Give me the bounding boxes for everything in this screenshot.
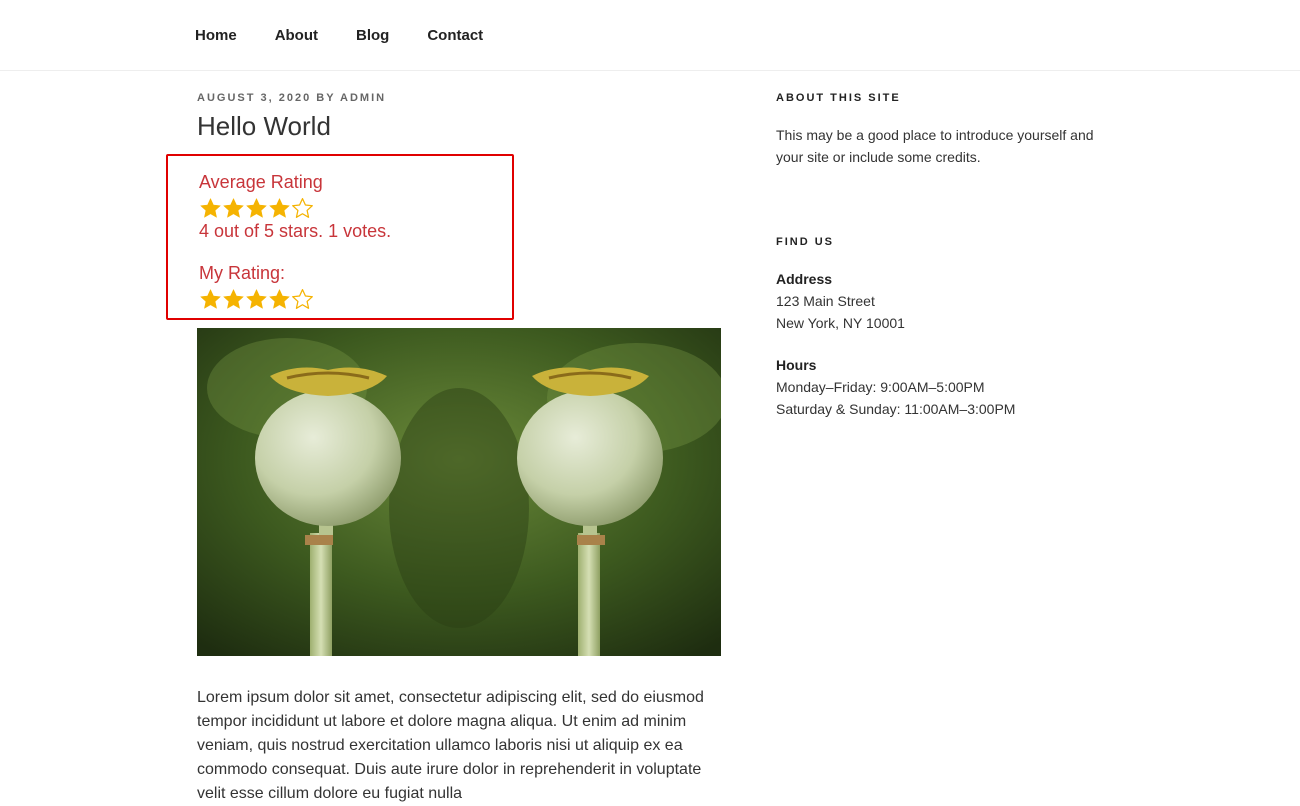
nav-home[interactable]: Home [195, 27, 237, 44]
address-line: New York, NY 10001 [776, 315, 905, 331]
star-filled-icon[interactable] [268, 288, 291, 310]
post-title: Hello World [197, 111, 331, 141]
nav-about[interactable]: About [275, 27, 318, 44]
address-label: Address [776, 271, 833, 287]
nav-contact[interactable]: Contact [427, 27, 483, 44]
about-widget-text: This may be a good place to introduce yo… [776, 127, 1094, 165]
address-block: Address 123 Main Street New York, NY 100… [776, 268, 1096, 334]
find-us-title: FIND US [776, 236, 834, 248]
star-filled-icon [268, 197, 291, 219]
post-content: AUGUST 3, 2020 BY ADMIN Hello World Aver… [166, 92, 727, 802]
rating-highlight-box: Average Rating 4 out of 5 stars. 1 votes… [166, 154, 514, 320]
address-line: 123 Main Street [776, 293, 875, 309]
star-empty-icon [291, 197, 314, 219]
my-rating-label: My Rating: [199, 263, 286, 283]
hours-label: Hours [776, 357, 817, 373]
star-filled-icon[interactable] [199, 288, 222, 310]
rating-summary: 4 out of 5 stars. 1 votes. [199, 221, 392, 241]
post-date[interactable]: AUGUST 3, 2020 [197, 92, 311, 104]
my-rating-stars [199, 288, 391, 310]
about-widget-title: ABOUT THIS SITE [776, 92, 901, 104]
star-filled-icon [222, 197, 245, 219]
star-filled-icon[interactable] [222, 288, 245, 310]
star-filled-icon [245, 197, 268, 219]
average-rating-label: Average Rating [199, 172, 323, 192]
star-filled-icon[interactable] [245, 288, 268, 310]
nav-blog[interactable]: Blog [356, 27, 389, 44]
hours-line: Monday–Friday: 9:00AM–5:00PM [776, 379, 985, 395]
rating-widget: Average Rating 4 out of 5 stars. 1 votes… [199, 170, 391, 310]
average-rating-stars [199, 197, 391, 219]
hours-line: Saturday & Sunday: 11:00AM–3:00PM [776, 401, 1016, 417]
post-by: BY [316, 92, 336, 104]
poppy-image [197, 328, 727, 656]
top-navigation: Home About Blog Contact [0, 0, 1300, 71]
post-meta: AUGUST 3, 2020 BY ADMIN [197, 92, 721, 104]
post-body: Lorem ipsum dolor sit amet, consectetur … [197, 689, 704, 802]
star-filled-icon [199, 197, 222, 219]
post-author[interactable]: ADMIN [340, 92, 386, 104]
hours-block: Hours Monday–Friday: 9:00AM–5:00PM Satur… [776, 354, 1096, 420]
sidebar: ABOUT THIS SITE This may be a good place… [776, 92, 1096, 420]
star-empty-icon[interactable] [291, 288, 314, 310]
